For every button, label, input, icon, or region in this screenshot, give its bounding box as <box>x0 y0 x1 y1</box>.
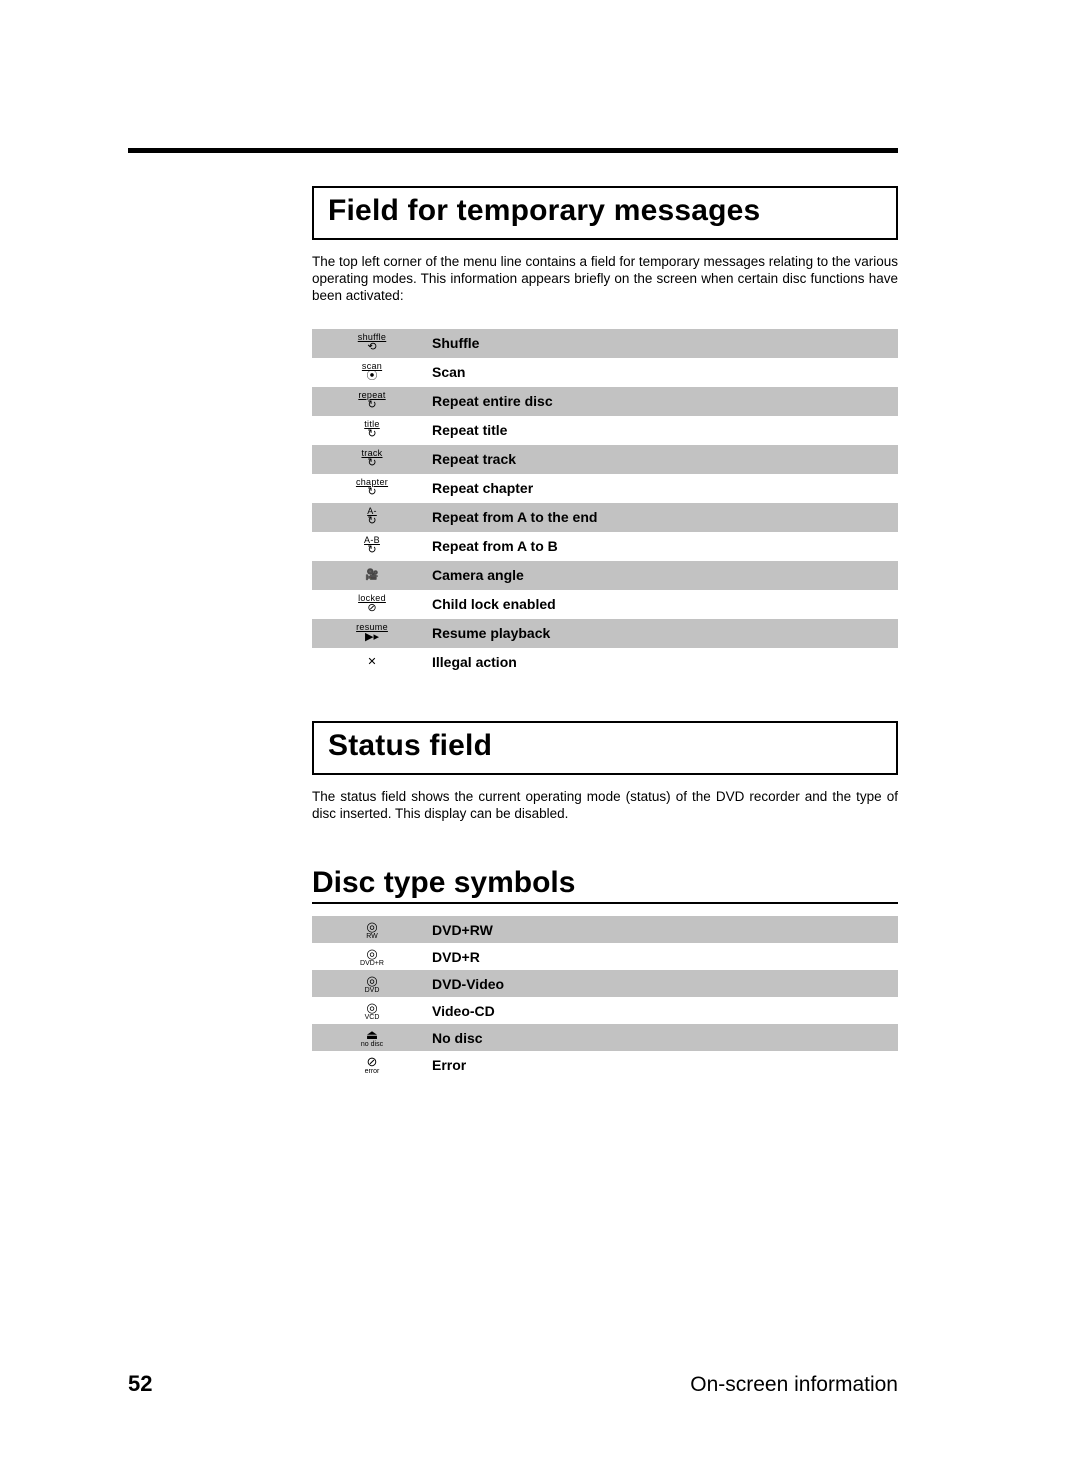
disc-label: DVD-Video <box>432 976 504 992</box>
legend-icon-glyph: ↻ <box>367 516 376 527</box>
legend-label: Child lock enabled <box>432 596 556 612</box>
legend-icon: shuffle⟲ <box>312 333 432 353</box>
disc-icon: ⊘error <box>312 1055 432 1075</box>
disc-icon-caption: DVD <box>365 987 380 994</box>
disc-label: Error <box>432 1057 466 1073</box>
legend-icon-glyph: 🎥 <box>365 570 379 581</box>
disc-icon: ◎VCD <box>312 1001 432 1021</box>
table-row: repeat↻Repeat entire disc <box>312 387 898 416</box>
legend-label: Shuffle <box>432 335 479 351</box>
legend-icon-glyph: ↻ <box>367 545 376 556</box>
heading-status-field-box: Status field <box>312 721 898 775</box>
table-row: ⊘errorError <box>312 1051 898 1078</box>
table-row: ⏏no discNo disc <box>312 1024 898 1051</box>
legend-icon-glyph: ▶▸ <box>365 632 379 643</box>
table-row: chapter↻Repeat chapter <box>312 474 898 503</box>
table-row: ◎DVDDVD-Video <box>312 970 898 997</box>
disc-icon-caption: DVD+R <box>360 960 384 967</box>
legend-icon: resume▶▸ <box>312 623 432 643</box>
table-row: ◎VCDVideo-CD <box>312 997 898 1024</box>
table-row: ◎DVD+RDVD+R <box>312 943 898 970</box>
legend-icon-glyph: ⊘ <box>367 603 376 614</box>
legend-icon-glyph: ↻ <box>367 429 376 440</box>
disc-label: Video-CD <box>432 1003 495 1019</box>
legend-icon-glyph: ↻ <box>367 400 376 411</box>
table-row: ◎RWDVD+RW <box>312 916 898 943</box>
legend-label: Repeat track <box>432 451 516 467</box>
footer: 52 On-screen information <box>128 1371 898 1397</box>
temporary-messages-table: shuffle⟲Shufflescan⦿Scanrepeat↻Repeat en… <box>312 329 898 677</box>
table-row: shuffle⟲Shuffle <box>312 329 898 358</box>
disc-icon-glyph: ⏏ <box>366 1028 378 1041</box>
disc-icon-glyph: ◎ <box>366 947 377 960</box>
heading-status-field: Status field <box>328 729 882 763</box>
top-rule <box>128 148 898 153</box>
legend-label: Repeat entire disc <box>432 393 553 409</box>
page-number: 52 <box>128 1371 152 1397</box>
legend-label: Repeat from A to the end <box>432 509 597 525</box>
heading-disc-type-symbols-wrap: Disc type symbols <box>312 866 898 904</box>
legend-icon: title↻ <box>312 420 432 440</box>
table-row: resume▶▸Resume playback <box>312 619 898 648</box>
table-row: A-↻Repeat from A to the end <box>312 503 898 532</box>
table-row: 🎥 Camera angle <box>312 561 898 590</box>
heading-disc-type-symbols: Disc type symbols <box>312 866 898 900</box>
disc-icon-glyph: ◎ <box>366 920 377 933</box>
legend-label: Scan <box>432 364 465 380</box>
disc-icon: ⏏no disc <box>312 1028 432 1048</box>
legend-icon: scan⦿ <box>312 362 432 382</box>
disc-icon: ◎DVD <box>312 974 432 994</box>
disc-label: DVD+RW <box>432 922 493 938</box>
legend-icon: repeat↻ <box>312 391 432 411</box>
legend-icon: A-B↻ <box>312 536 432 556</box>
disc-icon-caption: VCD <box>365 1014 380 1021</box>
disc-type-table: ◎RWDVD+RW◎DVD+RDVD+R◎DVDDVD-Video◎VCDVid… <box>312 916 898 1078</box>
heading-temporary-messages: Field for temporary messages <box>328 194 882 228</box>
legend-label: Camera angle <box>432 567 524 583</box>
table-row: ✕ Illegal action <box>312 648 898 677</box>
table-row: scan⦿Scan <box>312 358 898 387</box>
legend-label: Repeat title <box>432 422 507 438</box>
disc-icon: ◎DVD+R <box>312 947 432 967</box>
legend-icon-glyph: ↻ <box>367 487 376 498</box>
legend-icon-glyph: ⟲ <box>367 342 376 353</box>
legend-icon: chapter↻ <box>312 478 432 498</box>
disc-icon-glyph: ◎ <box>366 1001 377 1014</box>
table-row: track↻Repeat track <box>312 445 898 474</box>
disc-icon-caption: RW <box>366 933 378 940</box>
disc-label: DVD+R <box>432 949 480 965</box>
disc-icon: ◎RW <box>312 920 432 940</box>
disc-icon-caption: error <box>365 1068 380 1075</box>
legend-icon-glyph: ↻ <box>367 458 376 469</box>
legend-icon: ✕ <box>312 657 432 668</box>
disc-icon-caption: no disc <box>361 1041 383 1048</box>
table-row: title↻Repeat title <box>312 416 898 445</box>
table-row: locked⊘Child lock enabled <box>312 590 898 619</box>
heading-temporary-messages-box: Field for temporary messages <box>312 186 898 240</box>
disc-icon-glyph: ◎ <box>366 974 377 987</box>
legend-icon-glyph: ⦿ <box>367 371 378 382</box>
disc-label: No disc <box>432 1030 483 1046</box>
legend-icon-glyph: ✕ <box>367 657 376 668</box>
footer-title: On-screen information <box>690 1373 898 1397</box>
legend-icon: locked⊘ <box>312 594 432 614</box>
disc-icon-glyph: ⊘ <box>367 1055 378 1068</box>
legend-label: Illegal action <box>432 654 517 670</box>
legend-label: Resume playback <box>432 625 550 641</box>
body-status-field: The status field shows the current opera… <box>312 789 898 823</box>
legend-label: Repeat chapter <box>432 480 533 496</box>
legend-label: Repeat from A to B <box>432 538 558 554</box>
legend-icon: 🎥 <box>312 570 432 581</box>
legend-icon: track↻ <box>312 449 432 469</box>
legend-icon: A-↻ <box>312 507 432 527</box>
body-temporary-messages: The top left corner of the menu line con… <box>312 254 898 305</box>
table-row: A-B↻Repeat from A to B <box>312 532 898 561</box>
